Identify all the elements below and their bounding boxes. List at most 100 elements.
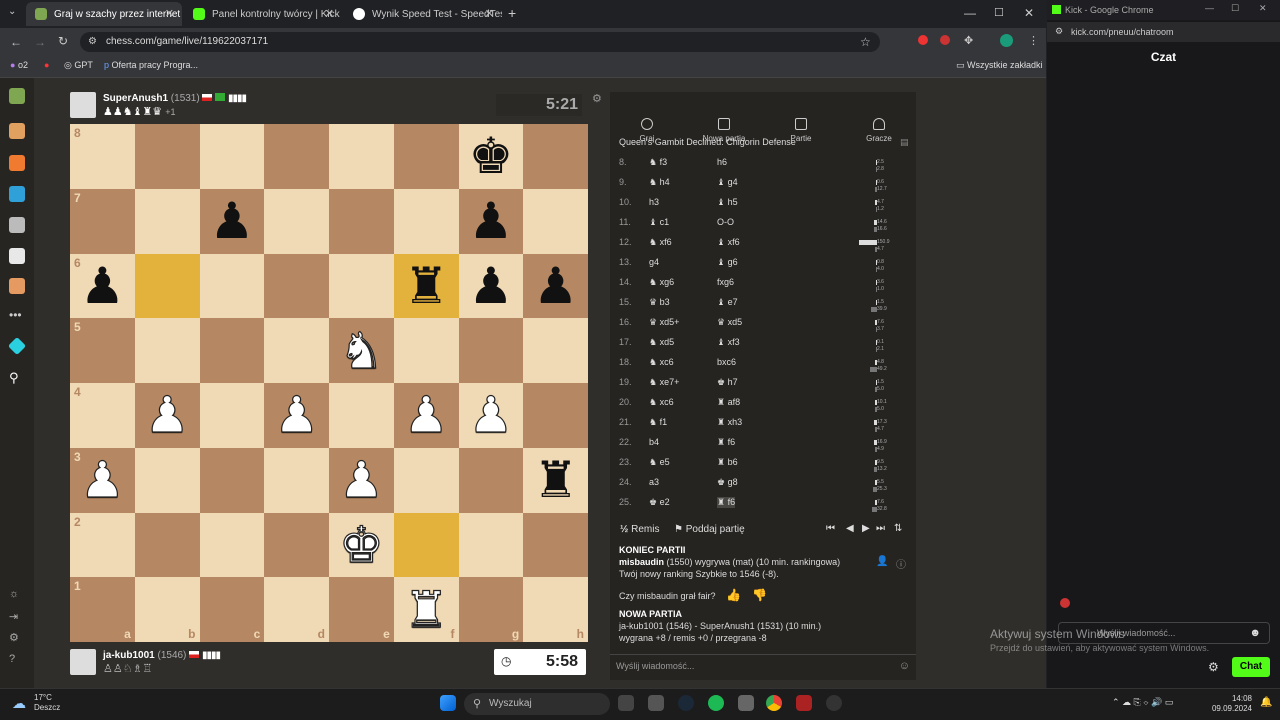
black-move[interactable]: ♜ af8 [717, 397, 740, 408]
white-move[interactable]: b4 [649, 437, 659, 447]
square-h8[interactable] [523, 124, 588, 189]
top-player-avatar[interactable] [70, 92, 96, 118]
square-b1[interactable]: b [134, 577, 200, 642]
white-move[interactable]: h3 [649, 197, 659, 207]
white-move[interactable]: ♛ xd5+ [649, 317, 679, 328]
chat-settings-icon[interactable]: ⚙ [1208, 660, 1219, 674]
square-f6[interactable]: ♜ [393, 253, 459, 319]
black-move[interactable]: ♝ xf3 [717, 337, 740, 348]
taskbar-search[interactable]: ⚲ Wyszukaj [464, 693, 610, 715]
square-f1[interactable]: f ♜ [393, 577, 459, 642]
black-move[interactable]: ♜ f6 [717, 497, 736, 508]
chess-board[interactable]: 8 ♚ 7 ♟ ♟ 6 ♟ ♜ ♟ ♟ 5 ♞ 4 ♟ ♟ ♟ ♟ 3 ♟ ♟ ♜ 2 ♚ 1 a b c d e f ♜ g h [70, 124, 588, 642]
square-h5[interactable] [523, 318, 588, 383]
square-c4[interactable] [199, 383, 265, 448]
game-chat-input[interactable]: Wyślij wiadomość... ☺ [610, 654, 916, 678]
black-move[interactable]: ♝ g6 [717, 257, 738, 268]
tab-kick-panel[interactable]: Panel kontrolny twórcy | Kick ✕ [184, 2, 342, 26]
square-e6[interactable] [329, 253, 394, 319]
white-pawn[interactable]: ♟ [144, 390, 190, 441]
square-e7[interactable] [329, 188, 394, 254]
light-icon[interactable]: ☼ [9, 588, 25, 604]
black-move[interactable]: ♜ b6 [717, 457, 738, 468]
flip-board-icon[interactable]: ⇅ [894, 523, 902, 534]
file-explorer-icon[interactable] [618, 695, 634, 711]
white-move[interactable]: ♞ xd5 [649, 337, 674, 348]
more-icon[interactable]: ••• [9, 308, 25, 324]
square-f8[interactable] [393, 124, 459, 189]
weather-widget[interactable]: 17°C Deszcz [34, 693, 60, 713]
square-h6[interactable]: ♟ [523, 253, 588, 319]
square-b7[interactable] [134, 188, 200, 254]
square-f3[interactable] [393, 447, 459, 513]
square-g5[interactable] [458, 318, 524, 383]
white-move[interactable]: ♞ e5 [649, 457, 670, 468]
bookmark-oferta[interactable]: p Oferta pracy Progra... [104, 60, 198, 70]
back-icon[interactable]: ← [10, 35, 22, 49]
black-king[interactable]: ♚ [468, 131, 513, 181]
square-c2[interactable] [199, 512, 265, 578]
steam-icon[interactable] [678, 695, 694, 711]
black-move[interactable]: bxc6 [717, 357, 736, 367]
tab-chess[interactable]: Graj w szachy przez internet za d ✕ [26, 2, 182, 26]
square-e5[interactable]: ♞ [329, 318, 394, 383]
square-d3[interactable] [264, 447, 329, 513]
maximize-icon[interactable]: ☐ [994, 6, 1004, 19]
settings-icon[interactable]: ⚙ [9, 631, 25, 647]
bookmark-o2[interactable]: ● o2 [10, 60, 28, 70]
square-c7[interactable]: ♟ [199, 188, 265, 254]
black-pawn[interactable]: ♟ [209, 196, 254, 246]
black-move[interactable]: ♝ g4 [717, 177, 738, 188]
square-g4[interactable]: ♟ [458, 383, 524, 448]
square-a8[interactable]: 8 [70, 124, 135, 189]
resign-button[interactable]: ⚑ Poddaj partię [674, 524, 745, 535]
profile-avatar[interactable] [1000, 34, 1013, 47]
square-c6[interactable] [199, 253, 265, 319]
emoji-icon[interactable]: ☺ [899, 660, 910, 672]
black-pawn[interactable]: ♟ [80, 261, 125, 311]
black-move[interactable]: ♝ h5 [717, 197, 738, 208]
black-move[interactable]: ♛ xd5 [717, 317, 742, 328]
square-c3[interactable] [199, 447, 265, 513]
obs-icon[interactable] [826, 695, 842, 711]
black-move[interactable]: fxg6 [717, 277, 734, 287]
black-move[interactable]: h6 [717, 157, 727, 167]
close-window-icon[interactable]: ✕ [1259, 3, 1267, 14]
square-h1[interactable]: h [523, 577, 588, 642]
white-move[interactable]: ♞ xf6 [649, 237, 672, 248]
black-move[interactable]: ♜ f6 [717, 437, 735, 448]
app-icon[interactable] [738, 695, 754, 711]
maximize-icon[interactable]: ☐ [1231, 3, 1239, 14]
square-e8[interactable] [329, 124, 394, 189]
square-a5[interactable]: 5 [70, 318, 135, 383]
square-g7[interactable]: ♟ [458, 188, 524, 254]
square-c1[interactable]: c [199, 577, 265, 642]
last-move-icon[interactable]: ⏭ [876, 523, 885, 534]
white-pawn[interactable]: ♟ [274, 390, 320, 441]
social-icon[interactable] [9, 278, 25, 294]
white-pawn[interactable]: ♟ [338, 455, 384, 506]
prev-move-icon[interactable]: ◀ [846, 523, 854, 534]
notifications-icon[interactable]: 🔔 [1260, 697, 1272, 708]
black-move[interactable]: O-O [717, 217, 734, 227]
square-d6[interactable] [264, 253, 329, 319]
square-b2[interactable] [134, 512, 200, 578]
square-a3[interactable]: 3 ♟ [70, 447, 135, 513]
white-pawn[interactable]: ♟ [79, 455, 125, 506]
square-b5[interactable] [134, 318, 200, 383]
black-pawn[interactable]: ♟ [468, 261, 513, 311]
square-a7[interactable]: 7 [70, 188, 135, 254]
bookmark-star-icon[interactable]: ☆ [860, 35, 871, 49]
square-f4[interactable]: ♟ [393, 383, 459, 448]
square-f7[interactable] [393, 188, 459, 254]
square-b3[interactable] [134, 447, 200, 513]
learn-icon[interactable] [9, 186, 25, 202]
black-move[interactable]: ♚ h7 [717, 377, 738, 388]
white-move[interactable]: ♛ b3 [649, 297, 670, 308]
square-h7[interactable] [523, 188, 588, 254]
white-knight[interactable]: ♞ [338, 325, 384, 376]
square-d5[interactable] [264, 318, 329, 383]
square-d2[interactable] [264, 512, 329, 578]
reload-icon[interactable]: ↻ [58, 34, 68, 48]
white-move[interactable]: ♞ xe7+ [649, 377, 679, 388]
